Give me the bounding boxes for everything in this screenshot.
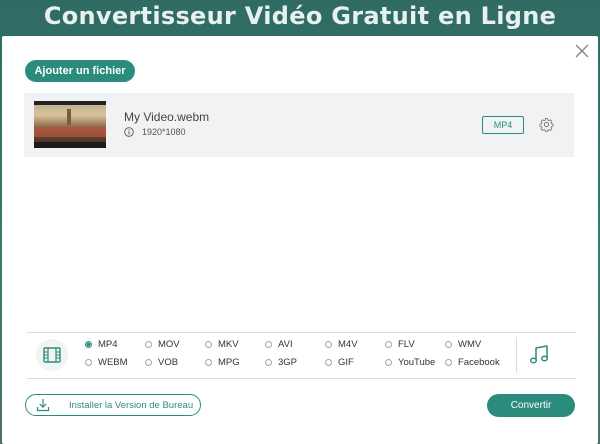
format-option-label: GIF xyxy=(338,357,354,368)
radio-button[interactable] xyxy=(265,359,272,366)
format-option-mov[interactable]: MOV xyxy=(145,339,180,350)
divider xyxy=(27,378,576,379)
format-option-label: WMV xyxy=(458,339,482,350)
file-list-item: My Video.webm 1920*1080 MP4 xyxy=(24,93,574,157)
install-desktop-button[interactable]: Installer la Version de Bureau xyxy=(25,394,201,416)
format-option-label: MPG xyxy=(218,357,240,368)
format-option-flv[interactable]: FLV xyxy=(385,339,415,350)
file-resolution: 1920*1080 xyxy=(142,127,186,137)
format-option-facebook[interactable]: Facebook xyxy=(445,357,500,368)
radio-button[interactable] xyxy=(205,341,212,348)
close-icon[interactable] xyxy=(574,43,590,59)
add-file-button[interactable]: Ajouter un fichier xyxy=(25,60,135,82)
format-option-gif[interactable]: GIF xyxy=(325,357,354,368)
format-option-m4v[interactable]: M4V xyxy=(325,339,358,350)
radio-button[interactable] xyxy=(145,359,152,366)
info-icon[interactable] xyxy=(124,127,134,137)
radio-button[interactable] xyxy=(85,359,92,366)
radio-button[interactable] xyxy=(385,341,392,348)
radio-button[interactable] xyxy=(385,359,392,366)
format-option-label: AVI xyxy=(278,339,293,350)
format-option-mp4[interactable]: MP4 xyxy=(85,339,118,350)
format-option-label: 3GP xyxy=(278,357,298,368)
format-option-label: YouTube xyxy=(398,357,436,368)
format-option-wmv[interactable]: WMV xyxy=(445,339,481,350)
radio-button[interactable] xyxy=(445,341,452,348)
format-option-webm[interactable]: WEBM xyxy=(85,357,128,368)
format-option-mkv[interactable]: MKV xyxy=(205,339,239,350)
radio-button[interactable] xyxy=(445,359,452,366)
music-note-icon[interactable] xyxy=(527,343,551,367)
format-option-label: MOV xyxy=(158,339,180,350)
radio-button[interactable] xyxy=(145,341,152,348)
format-option-label: M4V xyxy=(338,339,358,350)
divider xyxy=(516,337,517,373)
format-option-youtube[interactable]: YouTube xyxy=(385,357,435,368)
gear-icon[interactable] xyxy=(539,117,554,132)
convert-button[interactable]: Convertir xyxy=(487,394,575,417)
format-option-vob[interactable]: VOB xyxy=(145,357,178,368)
format-option-label: MP4 xyxy=(98,339,118,350)
file-name: My Video.webm xyxy=(124,110,210,124)
format-option-label: WEBM xyxy=(98,357,128,368)
film-icon xyxy=(43,347,61,363)
format-option-label: VOB xyxy=(158,357,179,368)
format-option-label: Facebook xyxy=(458,357,500,368)
radio-button[interactable] xyxy=(325,359,332,366)
radio-button[interactable] xyxy=(325,341,332,348)
install-desktop-label: Installer la Version de Bureau xyxy=(69,400,194,411)
divider xyxy=(27,332,576,333)
output-format-badge[interactable]: MP4 xyxy=(482,116,524,134)
format-option-mpg[interactable]: MPG xyxy=(205,357,240,368)
converter-dialog: Ajouter un fichier My Video.webm 1920*10… xyxy=(2,36,598,444)
format-option-label: MKV xyxy=(218,339,239,350)
radio-button[interactable] xyxy=(85,341,92,348)
format-option-3gp[interactable]: 3GP xyxy=(265,357,297,368)
format-option-label: FLV xyxy=(398,339,415,350)
download-icon xyxy=(36,399,50,412)
radio-button[interactable] xyxy=(205,359,212,366)
background-page-title: Convertisseur Vidéo Gratuit en Ligne xyxy=(43,2,557,30)
video-format-tab[interactable] xyxy=(36,339,68,371)
format-option-avi[interactable]: AVI xyxy=(265,339,293,350)
radio-button[interactable] xyxy=(265,341,272,348)
video-thumbnail xyxy=(34,101,106,148)
